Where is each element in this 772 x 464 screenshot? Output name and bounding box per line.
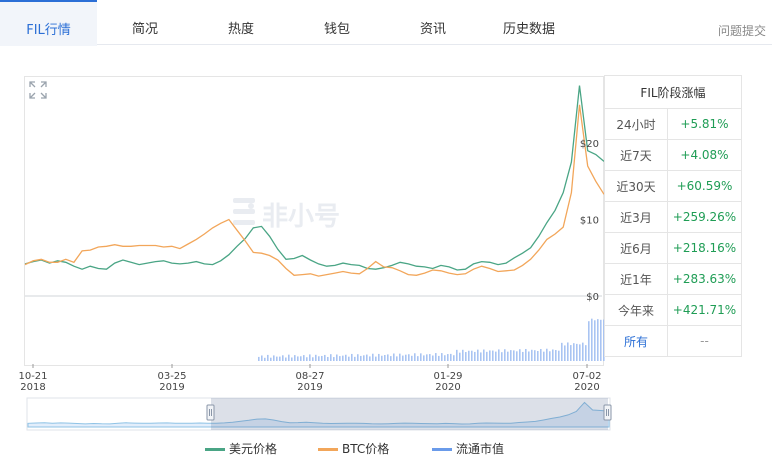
- x-tick-label: 2019: [297, 382, 322, 393]
- stats-label: 近1年: [604, 263, 668, 295]
- stats-row: 今年来 +421.71%: [604, 294, 742, 326]
- stats-label: 近3月: [604, 201, 668, 233]
- stats-row: 近1年 +283.63%: [604, 263, 742, 295]
- fil-period-change-table: FIL阶段涨幅 24小时 +5.81% 近7天 +4.08% 近30天 +60.59%…: [604, 75, 742, 357]
- tab-wallet[interactable]: 钱包: [289, 0, 385, 44]
- navigator-handle-left[interactable]: [206, 404, 215, 421]
- stats-row: 近6月 +218.16%: [604, 232, 742, 264]
- legend-swatch-usd: [205, 448, 225, 451]
- chart-area: [24, 76, 604, 366]
- x-tick-label: 10-21: [18, 371, 47, 382]
- stats-row: 近3月 +259.26%: [604, 201, 742, 233]
- legend-market-cap[interactable]: 流通市值: [432, 440, 504, 457]
- stats-title: FIL阶段涨幅: [604, 75, 742, 109]
- legend-btc[interactable]: BTC价格: [318, 440, 389, 457]
- x-tick-label: 07-02: [572, 371, 601, 382]
- stats-all-link[interactable]: 所有: [604, 325, 668, 357]
- expand-icon[interactable]: [28, 80, 48, 100]
- navigator-handle-right[interactable]: [603, 404, 612, 421]
- stats-label: 24小时: [604, 108, 668, 140]
- stats-row: 近30天 +60.59%: [604, 170, 742, 202]
- stats-label: 近7天: [604, 139, 668, 171]
- tab-history[interactable]: 历史数据: [481, 0, 577, 44]
- legend-usd[interactable]: 美元价格: [205, 440, 277, 457]
- stats-label: 今年来: [604, 294, 668, 326]
- submit-issue-link[interactable]: 问题提交: [718, 0, 766, 44]
- stats-row: 近7天 +4.08%: [604, 139, 742, 171]
- x-tick-label: 03-25: [157, 371, 186, 382]
- x-tick-label: 2019: [159, 382, 184, 393]
- tab-popularity[interactable]: 热度: [193, 0, 289, 44]
- x-tick-label: 2020: [574, 382, 599, 393]
- x-tick-label: 2018: [20, 382, 45, 393]
- navigator-selection[interactable]: [211, 398, 608, 430]
- legend-swatch-btc: [318, 448, 338, 451]
- stats-label: 近6月: [604, 232, 668, 264]
- legend-label: 流通市值: [456, 442, 505, 456]
- stats-label: 近30天: [604, 170, 668, 202]
- stats-row: 24小时 +5.81%: [604, 108, 742, 140]
- legend-label: 美元价格: [229, 442, 278, 456]
- tab-overview[interactable]: 简况: [97, 0, 193, 44]
- navigator-line: [27, 401, 610, 428]
- stats-value: +218.16%: [667, 232, 742, 264]
- stats-value: +4.08%: [667, 139, 742, 171]
- stats-value: +60.59%: [667, 170, 742, 202]
- tab-fil-market[interactable]: FIL行情: [0, 0, 97, 46]
- x-tick-label: 2020: [435, 382, 460, 393]
- legend-label: BTC价格: [342, 442, 390, 456]
- stats-value: +259.26%: [667, 201, 742, 233]
- range-navigator[interactable]: [26, 397, 612, 431]
- x-axis-labels: 10-21201803-25201908-27201901-29202007-0…: [18, 364, 602, 393]
- x-tick-label: 01-29: [433, 371, 462, 382]
- tab-news[interactable]: 资讯: [385, 0, 481, 44]
- stats-value: --: [667, 325, 742, 357]
- legend-swatch-market-cap: [432, 448, 452, 451]
- stats-value: +283.63%: [667, 263, 742, 295]
- x-tick-label: 08-27: [295, 371, 324, 382]
- stats-value: +5.81%: [667, 108, 742, 140]
- stats-row: 所有 --: [604, 325, 742, 357]
- tab-bar: FIL行情 简况 热度 钱包 资讯 历史数据 问题提交: [0, 0, 772, 46]
- stats-value: +421.71%: [667, 294, 742, 326]
